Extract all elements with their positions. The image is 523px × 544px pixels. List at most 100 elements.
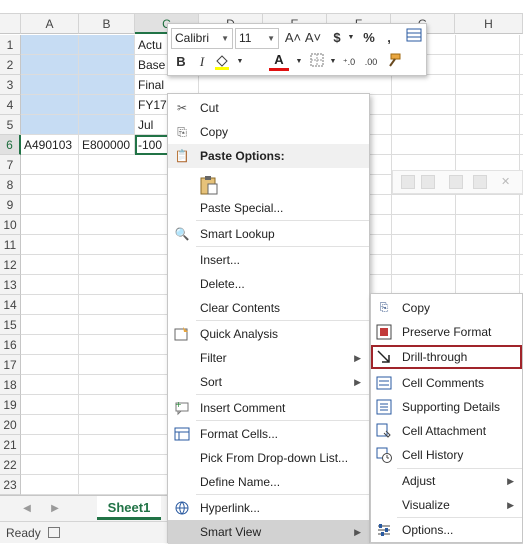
row-header-13[interactable]: 13 — [0, 275, 21, 295]
cell-c3[interactable]: Final — [135, 75, 199, 95]
cell-b4[interactable] — [79, 95, 135, 115]
increase-font-button[interactable]: A˄ — [283, 28, 303, 48]
row-header-9[interactable]: 9 — [0, 195, 21, 215]
menu-item-format-cells[interactable]: Format Cells... — [168, 422, 369, 446]
menu-item-pick-from-list[interactable]: Pick From Drop-down List... — [168, 446, 369, 470]
menu-item-hyperlink[interactable]: Hyperlink... — [168, 496, 369, 520]
submenu-item-drill-through[interactable]: Drill-through — [371, 345, 522, 369]
cell-b6[interactable]: E800000 — [79, 135, 135, 155]
row-header-6[interactable]: 6 — [0, 135, 21, 155]
row-header-15[interactable]: 15 — [0, 315, 21, 335]
format-painter-icon[interactable] — [383, 52, 403, 72]
italic-button[interactable]: I — [192, 52, 212, 72]
chevron-down-icon[interactable]: ▼ — [230, 52, 250, 72]
row-header-1[interactable]: 1 — [0, 35, 21, 55]
paste-option-button[interactable] — [168, 168, 369, 198]
font-name-value: Calibri — [175, 31, 210, 45]
increase-decimal-icon[interactable]: ⁺.0 — [339, 52, 359, 72]
menu-item-quick-analysis[interactable]: Quick Analysis — [168, 322, 369, 346]
menu-item-insert[interactable]: Insert... — [168, 248, 369, 272]
menu-item-cut[interactable]: ✂ Cut — [168, 96, 369, 120]
fill-color-icon[interactable] — [212, 52, 232, 72]
format-table-icon[interactable] — [404, 28, 424, 48]
select-all-corner[interactable] — [0, 14, 21, 34]
column-header-a[interactable]: A — [21, 14, 79, 34]
toolbar-icon — [421, 175, 435, 189]
cell-b2[interactable] — [79, 55, 135, 75]
bold-button[interactable]: B — [171, 52, 191, 72]
submenu-item-cell-comments[interactable]: Cell Comments — [371, 371, 522, 395]
grid-area[interactable] — [21, 155, 135, 495]
scroll-right-icon[interactable]: ▶ — [46, 500, 64, 518]
chevron-down-icon[interactable]: ▼ — [289, 52, 309, 72]
submenu-item-cell-attachment[interactable]: Cell Attachment — [371, 419, 522, 443]
scroll-left-icon[interactable]: ◀ — [18, 500, 36, 518]
sheet-tab[interactable]: Sheet1 — [97, 496, 161, 520]
cell-b1[interactable] — [79, 35, 135, 55]
grid-area-c[interactable] — [135, 155, 167, 495]
menu-item-filter[interactable]: Filter ▶ — [168, 346, 369, 370]
submenu-item-label: Adjust — [402, 474, 436, 488]
menu-item-clear-contents[interactable]: Clear Contents — [168, 296, 369, 320]
cell-b5[interactable] — [79, 115, 135, 135]
submenu-item-label: Drill-through — [402, 350, 468, 364]
menu-item-insert-comment[interactable]: + Insert Comment — [168, 396, 369, 420]
submenu-item-supporting-details[interactable]: Supporting Details — [371, 395, 522, 419]
comma-button[interactable]: , — [379, 28, 399, 48]
row-header-23[interactable]: 23 — [0, 475, 21, 495]
percent-button[interactable]: % — [359, 28, 379, 48]
menu-item-smart-view[interactable]: Smart View ▶ — [168, 520, 369, 544]
menu-item-copy[interactable]: ⎘ Copy — [168, 120, 369, 144]
row-header-16[interactable]: 16 — [0, 335, 21, 355]
row-header-10[interactable]: 10 — [0, 215, 21, 235]
submenu-item-visualize[interactable]: Visualize ▶ — [371, 493, 522, 517]
row-header-17[interactable]: 17 — [0, 355, 21, 375]
cell-a5[interactable] — [21, 115, 79, 135]
font-color-button[interactable]: A — [269, 50, 289, 71]
row-header-11[interactable]: 11 — [0, 235, 21, 255]
row-header-3[interactable]: 3 — [0, 75, 21, 95]
row-header-19[interactable]: 19 — [0, 395, 21, 415]
column-header-b[interactable]: B — [79, 14, 135, 34]
row-header-21[interactable]: 21 — [0, 435, 21, 455]
menu-item-sort[interactable]: Sort ▶ — [168, 370, 369, 394]
cell-a1[interactable] — [21, 35, 79, 55]
row-header-18[interactable]: 18 — [0, 375, 21, 395]
chevron-down-icon[interactable]: ▼ — [341, 28, 361, 48]
submenu-item-copy[interactable]: ⎘ Copy — [371, 296, 522, 320]
row-header-14[interactable]: 14 — [0, 295, 21, 315]
menu-item-paste-special[interactable]: Paste Special... — [168, 196, 369, 220]
cell-b3[interactable] — [79, 75, 135, 95]
cell-a3[interactable] — [21, 75, 79, 95]
submenu-item-preserve-format[interactable]: Preserve Format — [371, 320, 522, 344]
row-header-8[interactable]: 8 — [0, 175, 21, 195]
row-header-22[interactable]: 22 — [0, 455, 21, 475]
row-header-7[interactable]: 7 — [0, 155, 21, 175]
submenu-item-options[interactable]: Options... — [371, 518, 522, 542]
row-header-12[interactable]: 12 — [0, 255, 21, 275]
cell-a2[interactable] — [21, 55, 79, 75]
menu-item-label: Clear Contents — [200, 301, 281, 315]
cell-a4[interactable] — [21, 95, 79, 115]
row-header-2[interactable]: 2 — [0, 55, 21, 75]
submenu-item-label: Supporting Details — [402, 400, 501, 414]
chevron-right-icon: ▶ — [354, 527, 361, 537]
decrease-font-button[interactable]: A˅ — [303, 28, 323, 48]
column-header-h[interactable]: H — [455, 14, 523, 34]
menu-item-delete[interactable]: Delete... — [168, 272, 369, 296]
submenu-item-adjust[interactable]: Adjust ▶ — [371, 469, 522, 493]
cell-a6[interactable]: A490103 — [21, 135, 79, 155]
menu-item-define-name[interactable]: Define Name... — [168, 470, 369, 494]
decrease-decimal-icon[interactable]: .00 — [361, 52, 381, 72]
row-header-5[interactable]: 5 — [0, 115, 21, 135]
scissors-icon: ✂ — [176, 101, 188, 115]
close-icon: ✕ — [501, 176, 511, 188]
row-header-20[interactable]: 20 — [0, 415, 21, 435]
row-header-4[interactable]: 4 — [0, 95, 21, 115]
submenu-item-cell-history[interactable]: Cell History — [371, 443, 522, 467]
macro-record-icon[interactable] — [48, 527, 60, 538]
font-name-select[interactable]: Calibri ▼ — [171, 28, 233, 49]
copy-icon: ⎘ — [379, 302, 389, 314]
font-size-select[interactable]: 11 ▼ — [235, 28, 279, 49]
menu-item-smart-lookup[interactable]: 🔍 Smart Lookup — [168, 222, 369, 246]
